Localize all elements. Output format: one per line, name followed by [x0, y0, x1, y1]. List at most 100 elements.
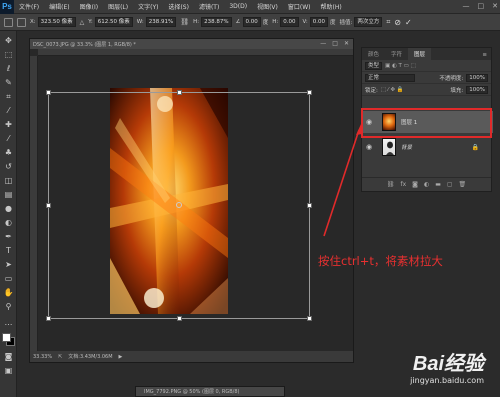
quick-mask-icon[interactable]: ◙	[3, 351, 14, 362]
menu-image[interactable]: 图像(I)	[75, 2, 103, 11]
transform-handle-tr[interactable]	[307, 90, 312, 95]
link-icon[interactable]: ⛓	[180, 18, 189, 26]
filter-icons[interactable]: ▣ ◐ T ▭ ⬚	[385, 63, 416, 69]
fill-input[interactable]: 100%	[466, 85, 488, 94]
more-tools-icon[interactable]: …	[3, 317, 14, 328]
panel-menu-icon[interactable]: ≡	[478, 50, 491, 60]
move-tool-icon[interactable]: ✥	[3, 35, 14, 46]
menu-3d[interactable]: 3D(D)	[224, 3, 252, 10]
delta-icon: △	[79, 18, 85, 26]
transform-center-point-icon[interactable]	[176, 202, 182, 208]
type-tool-icon[interactable]: T	[3, 245, 14, 256]
transform-handle-tl[interactable]	[46, 90, 51, 95]
angle-input[interactable]: 0.00	[242, 17, 261, 27]
lasso-tool-icon[interactable]: ℓ	[3, 63, 14, 74]
menu-filter[interactable]: 滤镜(T)	[194, 2, 224, 11]
h-field: H: 238.87%	[193, 17, 232, 27]
v-skew-input[interactable]: 0.00	[309, 17, 328, 27]
adjustment-layer-icon[interactable]: ◐	[424, 181, 429, 188]
h-input[interactable]: 238.87%	[201, 17, 232, 27]
interpolation-select[interactable]: 两次立方	[354, 17, 383, 27]
transform-handle-ml[interactable]	[46, 203, 51, 208]
tab-character[interactable]: 字符	[385, 48, 408, 60]
close-button[interactable]: ✕	[492, 2, 498, 10]
document-size: 文档:3.43M/3.06M	[68, 354, 113, 360]
hand-tool-icon[interactable]: ✋	[3, 287, 14, 298]
layer-row-background[interactable]: ◉ 背景 🔒	[362, 136, 493, 158]
menu-view[interactable]: 视图(V)	[252, 2, 283, 11]
new-group-icon[interactable]: ▬	[435, 181, 441, 188]
layer-style-icon[interactable]: fx	[400, 181, 406, 188]
brush-tool-icon[interactable]: ⁄	[3, 133, 14, 144]
person-silhouette-icon	[386, 141, 394, 155]
transform-handle-bc[interactable]	[177, 316, 182, 321]
layer-kind-select[interactable]: 类型	[365, 61, 383, 70]
lock-icons[interactable]: ⬚ ⁄ ✥ 🔒	[381, 87, 404, 93]
zoom-level[interactable]: 33.33%	[33, 354, 52, 360]
x-input[interactable]: 323.50 像素	[37, 17, 76, 27]
second-document-tab[interactable]: IMG_7792.PNG @ 50% (图层 0, RGB/8)	[135, 386, 285, 397]
transform-handle-mr[interactable]	[307, 203, 312, 208]
eyedropper-tool-icon[interactable]: ⁄	[3, 105, 14, 116]
menu-type[interactable]: 文字(Y)	[133, 2, 163, 11]
zoom-tool-icon[interactable]: ⚲	[3, 301, 14, 312]
stamp-tool-icon[interactable]: ♣	[3, 147, 14, 158]
doc-minimize-icon[interactable]: —	[320, 40, 326, 47]
doc-close-icon[interactable]: ✕	[344, 40, 349, 47]
fill-label: 填充:	[450, 87, 464, 94]
layer-name[interactable]: 背景	[401, 143, 412, 151]
angle-icon: ∠	[235, 19, 241, 25]
opacity-label: 不透明度:	[439, 75, 464, 82]
path-select-tool-icon[interactable]: ➤	[3, 259, 14, 270]
menu-edit[interactable]: 编辑(E)	[44, 2, 74, 11]
visibility-eye-icon[interactable]: ◉	[366, 143, 376, 151]
history-brush-tool-icon[interactable]: ↺	[3, 161, 14, 172]
dodge-tool-icon[interactable]: ◐	[3, 217, 14, 228]
doc-maximize-icon[interactable]: □	[332, 40, 338, 47]
delete-layer-icon[interactable]: 🗑	[459, 181, 467, 188]
marquee-tool-icon[interactable]: ⬚	[3, 49, 14, 60]
link-layers-icon[interactable]: ⛓	[387, 181, 395, 188]
eraser-tool-icon[interactable]: ◫	[3, 175, 14, 186]
menu-select[interactable]: 选择(S)	[163, 2, 194, 11]
h-skew-input[interactable]: 0.00	[280, 17, 299, 27]
tab-layers[interactable]: 图层	[408, 48, 432, 60]
transform-handle-br[interactable]	[307, 316, 312, 321]
canvas-area[interactable]	[38, 56, 353, 351]
screen-mode-icon[interactable]: ▣	[3, 365, 14, 376]
document-tab[interactable]: DSC_0073.JPG @ 33.3% (图层 1, RGB/8) * — □…	[30, 39, 353, 49]
status-arrow-icon[interactable]: ▶	[119, 354, 123, 360]
add-mask-icon[interactable]: ◙	[412, 181, 418, 188]
healing-tool-icon[interactable]: ✚	[3, 119, 14, 130]
shape-tool-icon[interactable]: ▭	[3, 273, 14, 284]
menu-layer[interactable]: 图层(L)	[103, 2, 133, 11]
reference-point-icon[interactable]	[17, 17, 26, 27]
menu-help[interactable]: 帮助(H)	[316, 2, 347, 11]
warp-icon[interactable]: ⌗	[386, 18, 390, 27]
transform-bounding-box[interactable]	[46, 90, 312, 321]
tab-color[interactable]: 颜色	[362, 48, 385, 60]
y-input[interactable]: 612.50 像素	[94, 17, 133, 27]
transform-handle-bl[interactable]	[46, 316, 51, 321]
foreground-color-swatch[interactable]	[2, 333, 11, 342]
menu-window[interactable]: 窗口(W)	[283, 2, 316, 11]
opacity-input[interactable]: 100%	[466, 73, 488, 82]
selected-layer-highlight	[361, 108, 492, 138]
blur-tool-icon[interactable]: ●	[3, 203, 14, 214]
crop-tool-icon[interactable]: ⌗	[3, 91, 14, 102]
w-input[interactable]: 238.91%	[145, 17, 177, 27]
gradient-tool-icon[interactable]: ▤	[3, 189, 14, 200]
pen-tool-icon[interactable]: ✒	[3, 231, 14, 242]
blend-mode-select[interactable]: 正常	[365, 73, 415, 82]
minimize-button[interactable]: —	[463, 2, 470, 10]
status-share-icon[interactable]: ⇱	[58, 354, 62, 360]
commit-transform-icon[interactable]: ✓	[405, 18, 412, 27]
new-layer-icon[interactable]: ▢	[447, 181, 453, 188]
menu-file[interactable]: 文件(F)	[14, 2, 44, 11]
watermark-logo: Bai经验	[412, 353, 484, 375]
maximize-button[interactable]: □	[478, 2, 485, 10]
cancel-transform-icon[interactable]: ⊘	[394, 18, 401, 27]
document-window-controls: — □ ✕	[320, 40, 349, 47]
quick-select-tool-icon[interactable]: ✎	[3, 77, 14, 88]
transform-handle-tc[interactable]	[177, 90, 182, 95]
